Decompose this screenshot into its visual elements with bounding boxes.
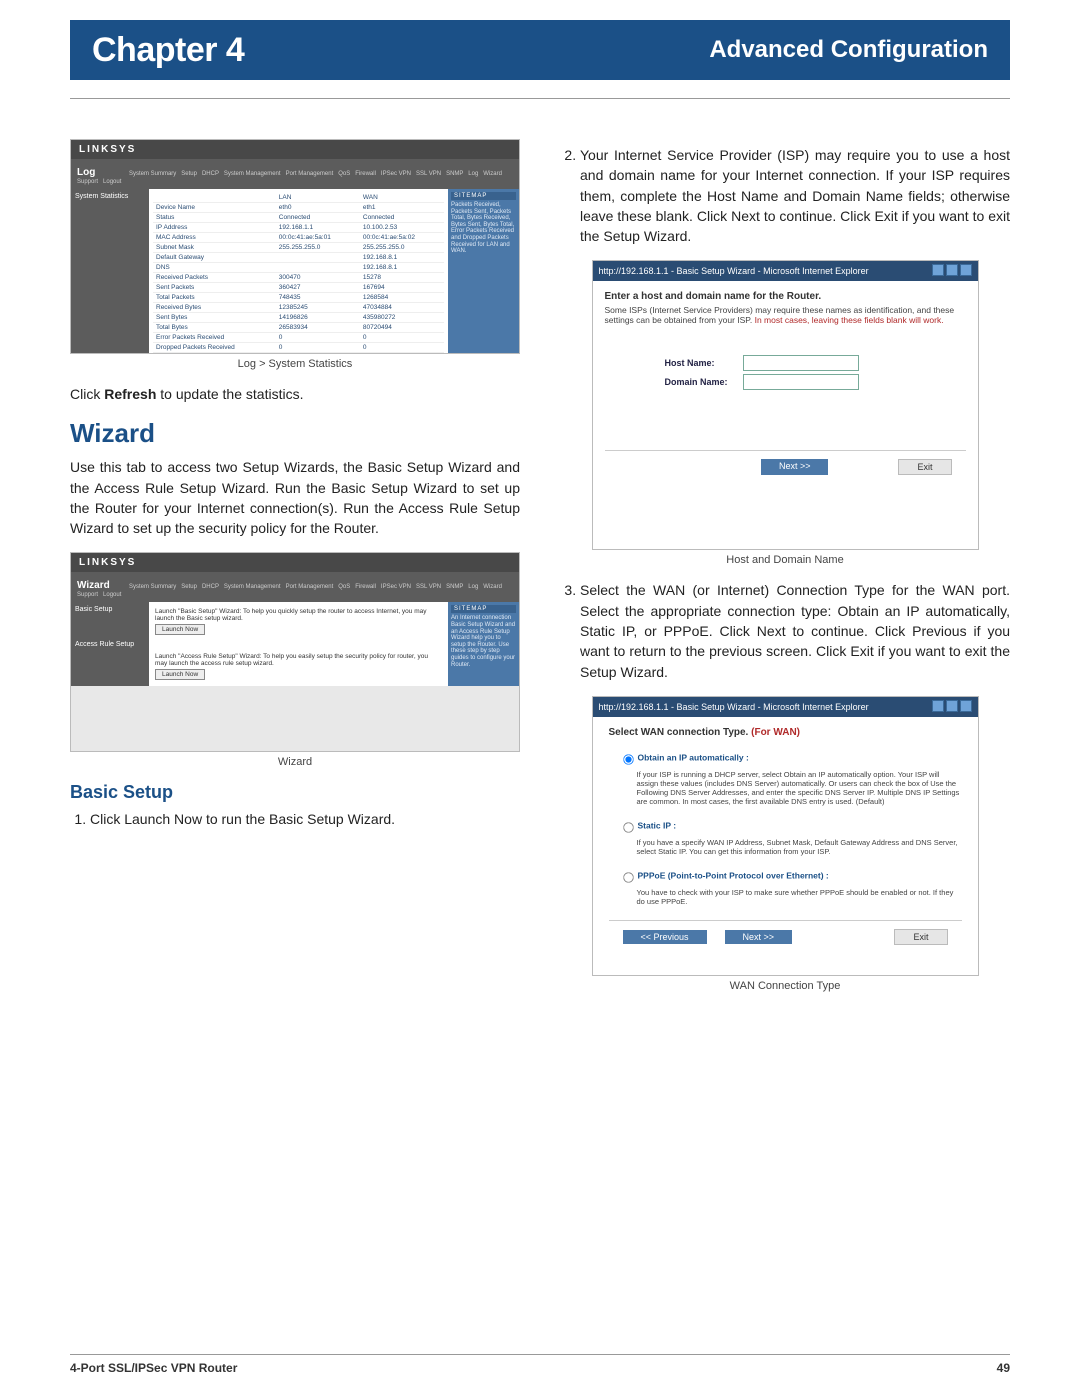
next-button[interactable]: Next >> [761, 459, 829, 475]
wan-opt-pppoe[interactable]: PPPoE (Point-to-Point Protocol over Ethe… [617, 868, 962, 884]
previous-button[interactable]: << Previous [623, 930, 707, 944]
left-subtab: System Statistics [71, 189, 149, 354]
basic-setup-desc: Launch "Basic Setup" Wizard: To help you… [155, 608, 442, 622]
host-name-label: Host Name: [665, 358, 735, 368]
footer-page-number: 49 [997, 1361, 1010, 1375]
router-nav: Log System Summary Setup DHCP System Man… [71, 159, 519, 189]
stats-table: LANWAN Device Nameeth0eth1 StatusConnect… [153, 193, 444, 353]
exit-button[interactable]: Exit [894, 929, 947, 945]
caption-wizard: Wizard [70, 756, 520, 768]
nav-section-title: Log [77, 167, 127, 178]
nav-section-title: Wizard [77, 580, 127, 591]
launch-now-button[interactable]: Launch Now [155, 624, 205, 635]
radio-static-ip[interactable] [623, 822, 633, 832]
launch-now-button[interactable]: Launch Now [155, 669, 205, 680]
help-panel: SITEMAP An Internet connection Basic Set… [448, 602, 519, 686]
window-titlebar: http://192.168.1.1 - Basic Setup Wizard … [593, 697, 978, 717]
refresh-instruction: Click Refresh to update the statistics. [70, 384, 520, 404]
window-title: http://192.168.1.1 - Basic Setup Wizard … [599, 266, 869, 276]
step-3: Select the WAN (or Internet) Connection … [580, 580, 1010, 681]
wizard-heading: Wizard [70, 418, 520, 449]
router-nav: Wizard System Summary Setup DHCP System … [71, 572, 519, 602]
header-rule [70, 98, 1010, 99]
side-basic-setup: Basic Setup [75, 606, 145, 613]
nav-items: System Summary Setup DHCP System Managem… [77, 171, 505, 185]
domain-name-label: Domain Name: [665, 377, 735, 387]
wizard-text: Use this tab to access two Setup Wizards… [70, 457, 520, 538]
sitemap-label: SITEMAP [451, 192, 516, 200]
side-access-rule: Access Rule Setup [75, 641, 145, 648]
chapter-header: Chapter 4 Advanced Configuration [70, 20, 1010, 80]
screenshot-wan-connection: http://192.168.1.1 - Basic Setup Wizard … [592, 696, 979, 976]
radio-pppoe[interactable] [623, 872, 633, 882]
caption-wan: WAN Connection Type [560, 980, 1010, 992]
screenshot-host-domain: http://192.168.1.1 - Basic Setup Wizard … [592, 260, 979, 550]
window-buttons[interactable] [930, 700, 972, 714]
content-columns: LINKSYS Log System Summary Setup DHCP Sy… [70, 139, 1010, 1006]
chapter-number: Chapter 4 [92, 31, 244, 70]
host-sub: Some ISPs (Internet Service Providers) m… [605, 305, 966, 325]
caption-host: Host and Domain Name [560, 554, 1010, 566]
nav-items: System Summary Setup DHCP System Managem… [77, 584, 505, 598]
step-2: Your Internet Service Provider (ISP) may… [580, 145, 1010, 246]
right-column: Your Internet Service Provider (ISP) may… [560, 139, 1010, 1006]
access-rule-desc: Launch "Access Rule Setup" Wizard: To he… [155, 653, 442, 667]
right-steps-cont: Select the WAN (or Internet) Connection … [560, 580, 1010, 681]
wizard-button-bar: << Previous Next >> Exit [609, 920, 962, 953]
chapter-title: Advanced Configuration [709, 36, 988, 64]
basic-setup-heading: Basic Setup [70, 782, 520, 803]
basic-setup-steps: Click Launch Now to run the Basic Setup … [70, 809, 520, 829]
help-panel: SITEMAP Packets Received, Packets Sent, … [448, 189, 519, 354]
page: Chapter 4 Advanced Configuration LINKSYS… [0, 0, 1080, 1397]
wizard-center: Launch "Basic Setup" Wizard: To help you… [149, 602, 448, 686]
footer-product: 4-Port SSL/IPSec VPN Router [70, 1361, 237, 1375]
host-name-input[interactable] [743, 355, 859, 371]
window-title: http://192.168.1.1 - Basic Setup Wizard … [599, 702, 869, 712]
brand-logo: LINKSYS [71, 553, 519, 572]
domain-name-input[interactable] [743, 374, 859, 390]
wan-opt-auto[interactable]: Obtain an IP automatically : [617, 750, 962, 766]
exit-button[interactable]: Exit [898, 459, 951, 475]
wan-opt-auto-desc: If your ISP is running a DHCP server, se… [637, 770, 962, 806]
stats-table-area: LANWAN Device Nameeth0eth1 StatusConnect… [149, 189, 448, 354]
host-lead: Enter a host and domain name for the Rou… [605, 291, 966, 302]
brand-logo: LINKSYS [71, 140, 519, 159]
wan-opt-static[interactable]: Static IP : [617, 818, 962, 834]
right-steps: Your Internet Service Provider (ISP) may… [560, 145, 1010, 246]
wan-opt-static-desc: If you have a specify WAN IP Address, Su… [637, 838, 962, 856]
wizard-button-bar: Next >> Exit [605, 450, 966, 483]
window-titlebar: http://192.168.1.1 - Basic Setup Wizard … [593, 261, 978, 281]
caption-log: Log > System Statistics [70, 358, 520, 370]
sitemap-label: SITEMAP [451, 605, 516, 613]
screenshot-wizard: LINKSYS Wizard System Summary Setup DHCP… [70, 552, 520, 752]
wan-opt-pppoe-desc: You have to check with your ISP to make … [637, 888, 962, 906]
radio-auto-ip[interactable] [623, 754, 633, 764]
screenshot-log-system-statistics: LINKSYS Log System Summary Setup DHCP Sy… [70, 139, 520, 354]
wizard-sidebar: Basic Setup Access Rule Setup [71, 602, 149, 686]
wan-lead: Select WAN connection Type. (For WAN) [609, 727, 962, 738]
host-form: Host Name: Domain Name: [665, 355, 966, 390]
next-button[interactable]: Next >> [725, 930, 793, 944]
left-column: LINKSYS Log System Summary Setup DHCP Sy… [70, 139, 520, 1006]
basic-setup-step-1: Click Launch Now to run the Basic Setup … [90, 809, 520, 829]
window-buttons[interactable] [930, 264, 972, 278]
page-footer: 4-Port SSL/IPSec VPN Router 49 [70, 1354, 1010, 1375]
